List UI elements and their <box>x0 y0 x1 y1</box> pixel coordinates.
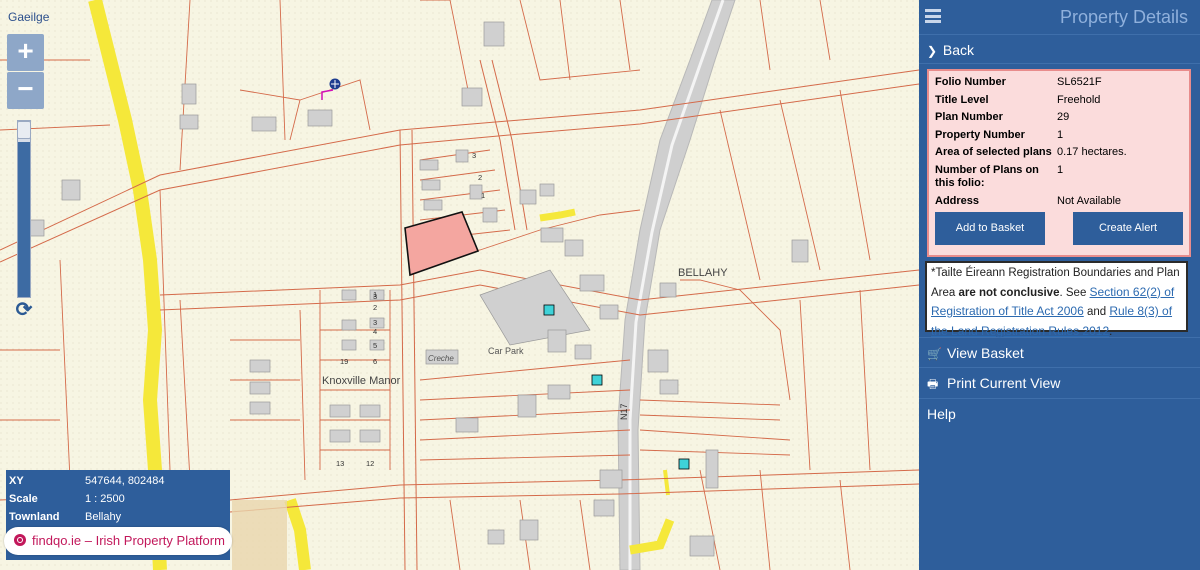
marker-3 <box>678 458 690 470</box>
info-row-townland: Townland Bellahy <box>9 510 227 528</box>
detail-key-address: Address <box>935 194 980 207</box>
zoom-slider-handle[interactable] <box>17 121 31 139</box>
info-key: Scale <box>9 493 38 505</box>
property-details-panel: Property Details ❯ Back Folio Number SL65… <box>919 0 1200 570</box>
zoom-in-button[interactable]: + <box>7 34 44 71</box>
detail-value-plan-number: 29 <box>1057 111 1070 123</box>
back-label: Back <box>942 42 975 58</box>
info-row-xy: XY 547644, 802484 <box>9 474 227 492</box>
plot-number: 5 <box>373 341 377 350</box>
refresh-icon[interactable]: ⟳ <box>13 299 35 321</box>
print-view-menu-item[interactable]: 🖶 Print Current View <box>919 368 1200 399</box>
marker-2 <box>591 374 603 386</box>
print-icon: 🖶 <box>927 377 939 391</box>
menu-label: Help <box>927 406 956 422</box>
plot-number: 19 <box>340 357 348 366</box>
add-to-basket-button[interactable]: Add to Basket <box>935 212 1045 245</box>
globe-icon <box>14 534 26 546</box>
detail-value-property-number: 1 <box>1057 128 1064 141</box>
plot-number: 1 <box>481 191 485 200</box>
notice-mid: . See <box>1059 286 1090 299</box>
view-basket-menu-item[interactable]: 🛒 View Basket <box>919 337 1200 368</box>
notice-bold: are not conclusive <box>958 286 1060 299</box>
plot-number: 2 <box>478 173 482 182</box>
detail-key-title-level: Title Level <box>935 93 989 106</box>
disclaimer-notice: *Tailte Éireann Registration Boundaries … <box>925 261 1188 338</box>
hamburger-menu-icon[interactable] <box>925 9 941 23</box>
info-value: Bellahy <box>85 511 122 523</box>
help-menu-item[interactable]: Help <box>919 399 1200 430</box>
map-label-car-park: Car Park <box>488 346 524 356</box>
plot-number: 12 <box>366 459 374 468</box>
detail-value-area: 0.17 hectares. <box>1057 146 1127 158</box>
info-value: 547644, 802484 <box>85 475 165 487</box>
map-label-creche: Creche <box>428 354 454 363</box>
panel-title: Property Details <box>1059 7 1188 27</box>
plot-number: 4 <box>373 327 377 336</box>
info-key: Townland <box>9 511 60 523</box>
info-key: XY <box>9 475 24 487</box>
detail-value-title-level: Freehold <box>1057 93 1101 106</box>
brand-text: findqo.ie – Irish Property Platform <box>32 533 225 548</box>
detail-key-property-number: Property Number <box>935 128 1025 141</box>
menu-label: Print Current View <box>947 375 1061 391</box>
map-label-town: BELLAHY <box>678 267 728 279</box>
panel-header: Property Details <box>919 0 1200 34</box>
detail-key-plans-count: Number of Plans on this folio: <box>935 163 1039 190</box>
plot-number: 1 <box>373 290 377 299</box>
cart-icon: 🛒 <box>927 347 942 361</box>
plot-number: 3 <box>472 151 476 160</box>
brand-badge-link[interactable]: findqo.ie – Irish Property Platform <box>4 527 232 555</box>
notice-end: . <box>1109 325 1113 338</box>
zoom-slider[interactable] <box>17 120 31 298</box>
map-label-road: N17 <box>619 403 629 420</box>
marker-1 <box>543 304 555 316</box>
chevron-right-icon: ❯ <box>927 44 938 58</box>
plot-number: 2 <box>373 303 377 312</box>
create-alert-button[interactable]: Create Alert <box>1073 212 1183 245</box>
plot-number: 6 <box>373 357 377 366</box>
map-label-estate: Knoxville Manor <box>322 375 401 387</box>
zoom-out-button[interactable]: − <box>7 72 44 109</box>
back-button[interactable]: ❯ Back <box>919 34 1200 64</box>
detail-key-plan-number: Plan Number <box>935 111 1003 123</box>
notice-and: and <box>1083 306 1110 318</box>
menu-label: View Basket <box>947 345 1024 361</box>
info-row-scale: Scale 1 : 2500 <box>9 492 227 510</box>
info-value: 1 : 2500 <box>85 493 125 505</box>
language-toggle-link[interactable]: Gaeilge <box>8 10 49 24</box>
plot-number: 3 <box>373 318 377 327</box>
detail-key-folio: Folio Number <box>935 76 1006 88</box>
detail-value-address: Not Available <box>1057 194 1122 207</box>
property-details-box: Folio Number SL6521F Title Level Freehold … <box>927 69 1191 257</box>
detail-value-folio: SL6521F <box>1057 76 1102 88</box>
zoom-slider-fill <box>18 142 30 297</box>
detail-key-area: Area of selected plans <box>935 146 1052 158</box>
plot-number: 13 <box>336 459 344 468</box>
map-view[interactable]: BELLAHY Knoxville Manor Car Park Creche … <box>0 0 919 570</box>
detail-value-plans-count: 1 <box>1057 163 1064 176</box>
